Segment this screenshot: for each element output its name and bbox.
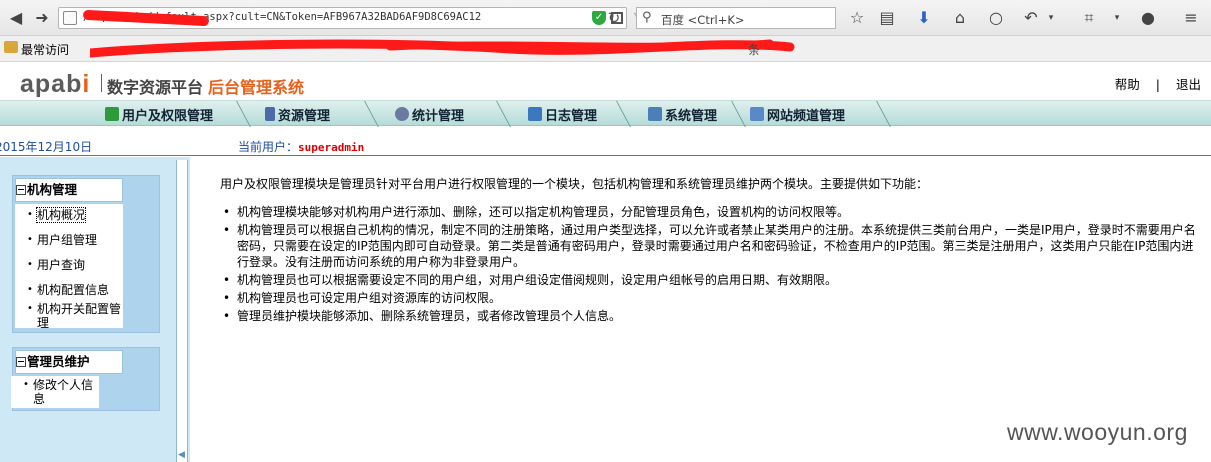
nav-divider bbox=[735, 101, 745, 127]
bookmarks-redaction bbox=[90, 39, 795, 58]
nav-label: 系统管理 bbox=[665, 108, 718, 124]
current-user-label: 当前用户： bbox=[238, 140, 299, 154]
nav-label: 用户及权限管理 bbox=[122, 108, 214, 124]
panel-menu: 机构概况 用户组管理 用户查询 机构配置信息 机构开关配置管理 bbox=[15, 204, 123, 330]
info-bar: 2015年12月10日 当前用户：superadmin bbox=[0, 135, 1211, 155]
panel-title-text: 管理员维护 bbox=[27, 354, 90, 369]
menu-icon[interactable]: ≡ bbox=[1180, 7, 1202, 29]
refresh-icon[interactable]: ↻ bbox=[600, 7, 628, 29]
chat-icon[interactable]: ○ bbox=[985, 7, 1007, 29]
download-icon[interactable]: ⬇ bbox=[913, 7, 935, 29]
system-name: 数字资源平台 bbox=[107, 78, 204, 97]
sidebar-splitter[interactable]: ◀ bbox=[176, 160, 188, 462]
bookmark-most-visited[interactable]: 最常访问 bbox=[21, 41, 69, 58]
feature-item: 管理员维护模块能够添加、删除系统管理员，或者修改管理员个人信息。 bbox=[220, 308, 1205, 324]
feature-list: 机构管理模块能够对机构用户进行添加、删除，还可以指定机构管理员，分配管理员角色，… bbox=[220, 204, 1205, 324]
menu-item-org-config[interactable]: 机构配置信息 bbox=[15, 283, 123, 297]
info-divider bbox=[0, 155, 1211, 156]
logo-divider bbox=[101, 74, 102, 92]
nav-statistics[interactable]: 统计管理 bbox=[395, 101, 464, 127]
site-icon bbox=[750, 107, 764, 121]
panel-title[interactable]: 机构管理 bbox=[15, 178, 123, 202]
feature-item: 机构管理员也可以根据需要设定不同的用户组，对用户组设定借阅规则，设定用户组帐号的… bbox=[220, 272, 1205, 288]
menu-item-user-group[interactable]: 用户组管理 bbox=[15, 233, 123, 247]
nav-user-permission[interactable]: 用户及权限管理 bbox=[105, 101, 213, 127]
crop-icon[interactable]: ⌗ bbox=[1078, 7, 1100, 29]
nav-divider bbox=[368, 101, 378, 127]
nav-channel[interactable]: 网站频道管理 bbox=[750, 101, 845, 127]
users-icon bbox=[105, 107, 119, 121]
crop-dropdown-icon[interactable]: ▾ bbox=[1106, 7, 1128, 29]
nav-label: 网站频道管理 bbox=[767, 108, 846, 124]
panel-menu: 修改个人信息 bbox=[11, 376, 99, 408]
chart-icon bbox=[395, 107, 409, 121]
menu-item-label: 用户查询 bbox=[37, 258, 86, 272]
bookmark-star-icon[interactable]: ☆ bbox=[846, 7, 868, 29]
bookmark-tail-text[interactable]: 条 bbox=[748, 41, 760, 58]
nav-divider bbox=[620, 101, 630, 127]
system-subtitle: 后台管理系统 bbox=[208, 78, 305, 97]
menu-item-org-overview[interactable]: 机构概况 bbox=[15, 207, 123, 223]
intro-text: 用户及权限管理模块是管理员针对平台用户进行权限管理的一个模块，包括机构管理和系统… bbox=[220, 177, 929, 191]
nav-label: 日志管理 bbox=[545, 108, 598, 124]
nav-label: 资源管理 bbox=[278, 108, 331, 124]
menu-item-user-query[interactable]: 用户查询 bbox=[15, 258, 123, 272]
forward-arrow-icon[interactable]: ➜ bbox=[32, 8, 52, 28]
header-links: 帮助 | 退出 bbox=[1115, 74, 1201, 93]
reading-list-icon[interactable]: ▤ bbox=[876, 7, 898, 29]
page-icon bbox=[63, 11, 77, 25]
tools-icon bbox=[265, 107, 275, 121]
address-bar[interactable]: /Usp/admin/default.aspx?cult=CN&Token=AF… bbox=[58, 7, 642, 29]
nav-divider bbox=[880, 101, 890, 127]
collapse-icon[interactable] bbox=[16, 185, 26, 195]
nav-divider bbox=[500, 101, 510, 127]
current-user-name: superadmin bbox=[298, 141, 365, 154]
feature-item: 机构管理员也可设定用户组对资源库的访问权限。 bbox=[220, 290, 1205, 306]
apabi-logo: apabi bbox=[20, 70, 91, 98]
folder-icon bbox=[4, 41, 18, 53]
sidebar: 机构管理 机构概况 用户组管理 用户查询 机构配置信息 机构开关配置管理 管理员… bbox=[0, 157, 190, 462]
current-user: 当前用户：superadmin bbox=[238, 138, 364, 155]
nav-log[interactable]: 日志管理 bbox=[528, 101, 597, 127]
menu-item-label: 机构配置信息 bbox=[37, 283, 110, 297]
bookmarks-bar: 最常访问 条 bbox=[0, 36, 1211, 62]
menu-item-edit-profile[interactable]: 修改个人信息 bbox=[11, 378, 97, 406]
menu-item-label: 修改个人信息 bbox=[33, 378, 94, 406]
collapse-left-icon[interactable]: ◀ bbox=[178, 450, 185, 460]
nav-resource[interactable]: 资源管理 bbox=[265, 101, 330, 127]
feature-item: 机构管理模块能够对机构用户进行添加、删除，还可以指定机构管理员，分配管理员角色，… bbox=[220, 204, 1205, 220]
browser-toolbar: ◀ ➜ /Usp/admin/default.aspx?cult=CN&Toke… bbox=[0, 0, 1211, 36]
search-input[interactable]: ⚲ 百度 <Ctrl+K> bbox=[636, 7, 836, 29]
main-content: 用户及权限管理模块是管理员针对平台用户进行权限管理的一个模块，包括机构管理和系统… bbox=[220, 176, 1205, 326]
panel-title[interactable]: 管理员维护 bbox=[15, 350, 123, 374]
watermark: www.wooyun.org bbox=[1007, 419, 1188, 445]
menu-item-label: 机构开关配置管理 bbox=[37, 302, 122, 330]
back-arrow-icon[interactable]: ◀ bbox=[6, 8, 26, 28]
nav-label: 统计管理 bbox=[412, 108, 465, 124]
panel-admin-maintenance: 管理员维护 修改个人信息 bbox=[11, 347, 160, 411]
logout-link[interactable]: 退出 bbox=[1176, 74, 1201, 93]
message-icon[interactable]: ● bbox=[1137, 7, 1159, 29]
undo-dropdown-icon[interactable]: ▾ bbox=[1040, 7, 1062, 29]
feature-item: 机构管理员可以根据自己机构的情况，制定不同的注册策略，通过用户类型选择，可以允许… bbox=[220, 222, 1205, 270]
monitor-icon bbox=[648, 107, 662, 121]
search-placeholder: 百度 <Ctrl+K> bbox=[661, 13, 745, 27]
panel-org-management: 机构管理 机构概况 用户组管理 用户查询 机构配置信息 机构开关配置管理 bbox=[12, 175, 160, 333]
undo-icon[interactable]: ↶ bbox=[1020, 7, 1042, 29]
panel-title-text: 机构管理 bbox=[27, 182, 78, 197]
log-icon bbox=[528, 107, 542, 121]
app-header: apabi 数字资源平台 后台管理系统 帮助 | 退出 bbox=[0, 62, 1211, 100]
main-nav: 用户及权限管理 资源管理 统计管理 日志管理 系统管理 网站频道管理 bbox=[0, 100, 1211, 126]
nav-divider bbox=[240, 101, 250, 127]
header-separator: | bbox=[1155, 77, 1160, 92]
home-icon[interactable]: ⌂ bbox=[949, 7, 971, 29]
nav-system[interactable]: 系统管理 bbox=[648, 101, 717, 127]
menu-item-org-switch[interactable]: 机构开关配置管理 bbox=[15, 302, 123, 330]
collapse-icon[interactable] bbox=[16, 357, 26, 367]
menu-item-label: 机构概况 bbox=[35, 207, 87, 223]
current-date: 2015年12月10日 bbox=[0, 140, 93, 154]
search-icon: ⚲ bbox=[642, 10, 652, 25]
help-link[interactable]: 帮助 bbox=[1115, 74, 1140, 93]
menu-item-label: 用户组管理 bbox=[37, 233, 98, 247]
